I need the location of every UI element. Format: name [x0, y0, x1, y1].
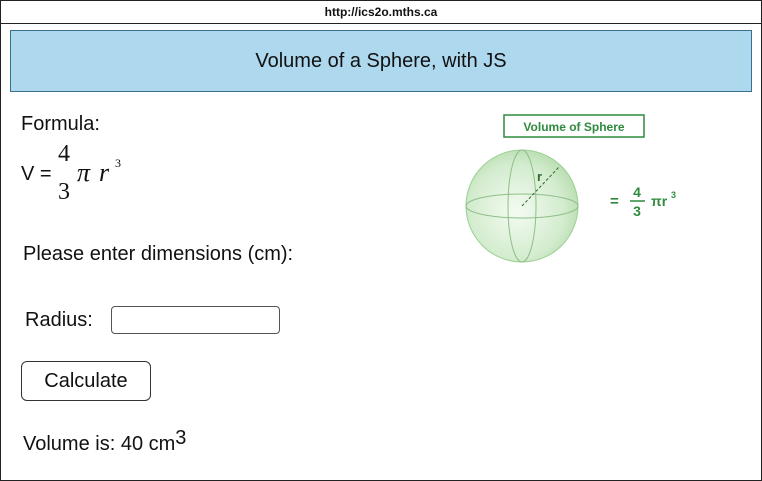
volume-result-text: Volume is: 40 cm — [23, 433, 176, 455]
formula-lhs: V = — [21, 163, 52, 185]
formula-denominator: 3 — [58, 179, 70, 205]
illustration-exponent: 3 — [671, 190, 676, 200]
formula-label: Formula: — [21, 113, 100, 135]
illustration-equals: = — [610, 193, 619, 210]
calculate-button[interactable]: Calculate — [21, 361, 151, 401]
formula-numerator: 4 — [58, 141, 70, 167]
illustration-title: Volume of Sphere — [523, 120, 624, 134]
page-title: Volume of a Sphere, with JS — [255, 50, 507, 72]
illustration-denominator: 3 — [633, 203, 641, 219]
formula-pi: π — [77, 158, 91, 187]
page-banner: Volume of a Sphere, with JS — [10, 30, 752, 92]
radius-field-label: Radius: — [25, 309, 93, 331]
volume-result: Volume is: 40 cm3 — [23, 427, 186, 456]
page-frame: http://ics2o.mths.ca Volume of a Sphere,… — [0, 0, 762, 481]
radius-label: r — [537, 169, 542, 184]
formula-exponent: 3 — [115, 156, 121, 170]
url-bar: http://ics2o.mths.ca — [1, 1, 761, 24]
illustration-pi-r: πr — [651, 193, 668, 209]
sphere-illustration: Volume of Sphere r = 4 3 πr 3 — [465, 114, 676, 263]
formula-r: r — [99, 158, 110, 187]
radius-input[interactable] — [111, 306, 280, 334]
volume-unit-exponent: 3 — [175, 427, 187, 449]
dimensions-prompt: Please enter dimensions (cm): — [23, 243, 294, 265]
illustration-numerator: 4 — [633, 184, 641, 200]
